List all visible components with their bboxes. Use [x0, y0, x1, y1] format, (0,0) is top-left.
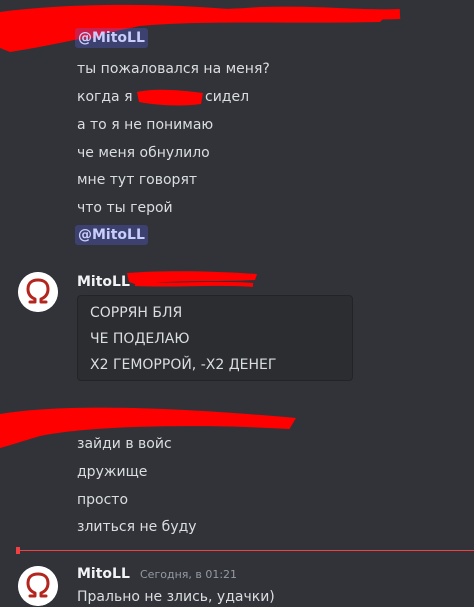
code-line: ЧЕ ПОДЕЛАЮ — [90, 331, 190, 347]
avatar[interactable] — [18, 566, 58, 606]
omega-symbol-avatar-icon — [18, 566, 58, 606]
new-messages-divider — [16, 550, 474, 551]
message-text: что ты герой — [77, 200, 173, 216]
message-text: просто — [77, 492, 129, 508]
message-text: сидел — [205, 89, 250, 105]
user-mention[interactable]: @MitoLL — [75, 225, 148, 245]
message-text: ты пожаловался на меня? — [77, 61, 270, 77]
new-messages-divider-cap — [16, 547, 20, 554]
message-text: Прально не злись, удачки) — [77, 589, 275, 605]
redaction-scribble-inline — [135, 86, 205, 108]
username[interactable]: MitoLL — [77, 564, 130, 584]
message-text: злиться не буду — [77, 519, 197, 535]
message-timestamp[interactable]: Сегодня, в 01:21 — [140, 565, 237, 585]
username[interactable]: MitoLL — [77, 272, 130, 292]
user-mention[interactable]: @MitoLL — [75, 28, 148, 48]
avatar[interactable] — [18, 272, 58, 312]
omega-symbol-avatar-icon — [18, 272, 58, 312]
message-text: а то я не понимаю — [77, 117, 214, 133]
redaction-scribble-top — [0, 0, 474, 60]
message-text: че меня обнулило — [77, 145, 210, 161]
message-text: зайди в войс — [77, 436, 172, 452]
code-line: Х2 ГЕМОРРОЙ, -Х2 ДЕНЕГ — [90, 357, 277, 373]
redaction-scribble-header — [125, 268, 260, 290]
message-text: когда я — [77, 89, 133, 105]
message-text: мне тут говорят — [77, 172, 198, 188]
code-block: СОРРЯН БЛЯ ЧЕ ПОДЕЛАЮ Х2 ГЕМОРРОЙ, -Х2 Д… — [77, 295, 353, 381]
message-text: дружище — [77, 464, 148, 480]
code-line: СОРРЯН БЛЯ — [90, 305, 183, 321]
